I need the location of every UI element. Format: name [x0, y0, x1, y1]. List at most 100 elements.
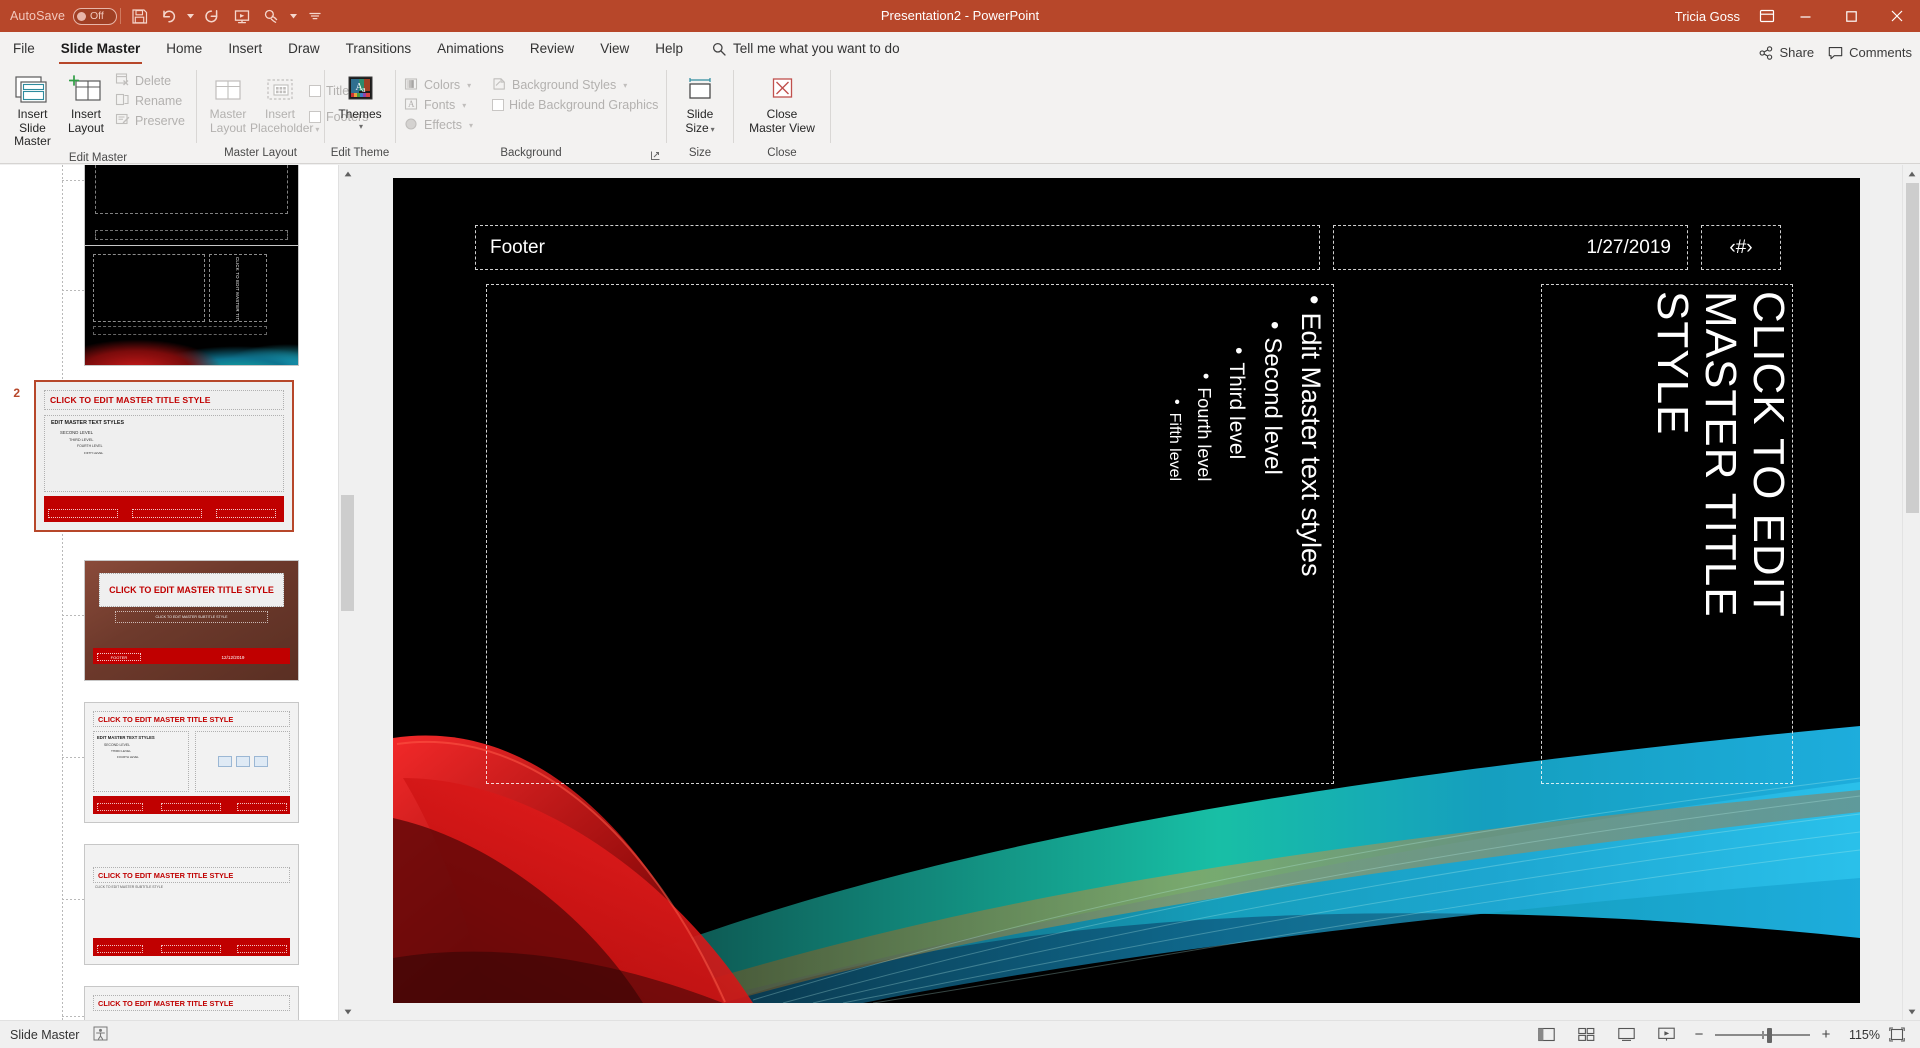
slide-size-button[interactable]: Slide Size ▾ [672, 68, 728, 138]
slide-number-placeholder[interactable]: ‹#› [1701, 225, 1781, 270]
thumbnail-layout-0[interactable] [84, 165, 299, 255]
canvas-scroll-up-arrow[interactable] [1903, 165, 1920, 182]
close-master-view-button[interactable]: Close Master View [739, 68, 825, 137]
undo-dropdown-icon[interactable] [184, 3, 197, 29]
tab-view[interactable]: View [587, 33, 642, 64]
thumbnail-row-3[interactable]: CLICK TO EDIT MASTER TITLE STYLE CLICK T… [0, 560, 299, 681]
zoom-percent-label[interactable]: 115% [1842, 1028, 1880, 1042]
slide-master-canvas[interactable]: Footer 1/27/2019 ‹#› CLICK TO EDIT MASTE… [393, 178, 1860, 1003]
undo-icon[interactable] [154, 3, 184, 29]
thumbnail-layout-1[interactable]: CLICK TO EDIT MASTER TITLE STYLE [84, 245, 299, 366]
themes-button[interactable]: A a Themes ▾ [331, 68, 389, 133]
footers-checkbox[interactable] [309, 111, 321, 123]
background-styles-caret[interactable]: ▾ [623, 81, 627, 90]
footer-placeholder[interactable]: Footer [475, 225, 1320, 270]
tab-insert[interactable]: Insert [215, 33, 275, 64]
title-line-2: MASTER TITLE [1696, 291, 1745, 618]
hide-background-graphics-checkbox[interactable] [492, 99, 504, 111]
slide-sorter-view-button[interactable] [1569, 1023, 1603, 1047]
tab-transitions[interactable]: Transitions [333, 33, 425, 64]
redo-icon[interactable] [197, 3, 227, 29]
date-placeholder[interactable]: 1/27/2019 [1333, 225, 1688, 270]
close-master-view-label: Close Master View [749, 107, 815, 135]
tab-review[interactable]: Review [517, 33, 587, 64]
tab-home[interactable]: Home [153, 33, 215, 64]
canvas-scrollbar[interactable] [1902, 165, 1920, 1020]
zoom-slider[interactable] [1715, 1024, 1810, 1046]
start-from-beginning-icon[interactable] [227, 3, 257, 29]
theme-effects-caret[interactable]: ▾ [469, 121, 473, 130]
insert-placeholder-button[interactable]: Insert Placeholder ▾ [250, 68, 319, 138]
zoom-slider-handle[interactable] [1767, 1027, 1772, 1043]
autosave-control[interactable]: AutoSave Off [10, 7, 118, 25]
reading-view-button[interactable] [1609, 1023, 1643, 1047]
thumbnail-row-5[interactable]: CLICK TO EDIT MASTER TITLE STYLE CLICK T… [0, 844, 299, 965]
tell-me-search[interactable]: Tell me what you want to do [696, 33, 910, 64]
touch-mode-icon[interactable] [257, 3, 287, 29]
background-dialog-launcher[interactable] [649, 149, 662, 162]
theme-colors-button[interactable]: Colors ▾ [401, 75, 479, 95]
normal-view-button[interactable] [1529, 1023, 1563, 1047]
thumbnail-row-2[interactable]: 2 CLICK TO EDIT MASTER TITLE STYLE EDIT … [0, 380, 294, 532]
hide-background-graphics-row[interactable]: Hide Background Graphics [489, 95, 664, 115]
tab-slide-master[interactable]: Slide Master [48, 33, 154, 64]
thumbnail-layout-3[interactable]: CLICK TO EDIT MASTER TITLE STYLE CLICK T… [84, 560, 299, 681]
thumbnail-layout-4[interactable]: CLICK TO EDIT MASTER TITLE STYLE EDIT MA… [84, 702, 299, 823]
thumbnail-layout-5[interactable]: CLICK TO EDIT MASTER TITLE STYLE CLICK T… [84, 844, 299, 965]
body-placeholder[interactable]: • Edit Master text styles • Second level… [486, 284, 1334, 784]
thumbnail-scrollbar[interactable] [338, 165, 355, 1020]
tab-animations[interactable]: Animations [424, 33, 517, 64]
thumbnail-scroll-up-arrow[interactable] [339, 165, 355, 182]
tab-insert-label: Insert [228, 41, 263, 56]
autosave-toggle[interactable]: Off [73, 7, 118, 25]
thumbnail-row-6[interactable]: CLICK TO EDIT MASTER TITLE STYLE [0, 986, 299, 1020]
insert-layout-icon [68, 71, 103, 105]
background-styles-button[interactable]: Background Styles ▾ [489, 75, 664, 95]
thumbnail-layout-6[interactable]: CLICK TO EDIT MASTER TITLE STYLE [84, 986, 299, 1020]
insert-slide-master-button[interactable]: Insert Slide Master [5, 68, 60, 151]
touch-mode-dropdown-icon[interactable] [287, 3, 300, 29]
title-checkbox[interactable] [309, 85, 321, 97]
fit-slide-to-window-button[interactable] [1886, 1024, 1908, 1046]
preserve-master-button[interactable]: Preserve [112, 111, 191, 131]
minimize-button[interactable] [1782, 0, 1828, 32]
theme-fonts-button[interactable]: A Fonts ▾ [401, 95, 479, 115]
save-icon[interactable] [124, 3, 154, 29]
tab-help[interactable]: Help [642, 33, 696, 64]
theme-colors-caret[interactable]: ▾ [467, 81, 471, 90]
theme-fonts-caret[interactable]: ▾ [462, 101, 466, 110]
thumbnail-row-4[interactable]: CLICK TO EDIT MASTER TITLE STYLE EDIT MA… [0, 702, 299, 823]
title-bar-right: Tricia Goss [1675, 0, 1920, 32]
slide-canvas-area[interactable]: Footer 1/27/2019 ‹#› CLICK TO EDIT MASTE… [360, 165, 1902, 1020]
canvas-scrollbar-thumb[interactable] [1905, 183, 1919, 513]
thumbnail-row-0[interactable] [0, 165, 299, 255]
canvas-scroll-down-arrow[interactable] [1903, 1003, 1920, 1020]
restore-button[interactable] [1828, 0, 1874, 32]
insert-layout-button[interactable]: Insert Layout [60, 68, 112, 137]
close-button[interactable] [1874, 0, 1920, 32]
zoom-in-button[interactable]: + [1816, 1024, 1836, 1046]
thumbnail-scroll-region: CLICK TO EDIT MASTER TITLE STYLE 2 CLICK… [0, 165, 337, 1020]
master-layout-button[interactable]: Master Layout [202, 68, 254, 137]
rename-master-button[interactable]: Rename [112, 91, 191, 111]
delete-master-button[interactable]: Delete [112, 71, 191, 91]
tab-draw[interactable]: Draw [275, 33, 333, 64]
thumbnail-scrollbar-thumb[interactable] [341, 495, 354, 611]
share-button[interactable]: Share [1759, 45, 1814, 60]
zoom-out-button[interactable]: − [1689, 1024, 1709, 1046]
thumbnail-row-1[interactable]: CLICK TO EDIT MASTER TITLE STYLE [0, 245, 299, 366]
slide-thumbnail-pane[interactable]: CLICK TO EDIT MASTER TITLE STYLE 2 CLICK… [0, 165, 355, 1020]
customize-quick-access-icon[interactable] [300, 3, 330, 29]
comments-button[interactable]: Comments [1828, 45, 1912, 60]
themes-dropdown-caret[interactable]: ▾ [359, 122, 363, 131]
theme-effects-button[interactable]: Effects ▾ [401, 115, 479, 135]
tab-file[interactable]: File [0, 33, 48, 64]
accessibility-checker-icon[interactable] [93, 1026, 108, 1044]
ribbon-display-options-icon[interactable] [1752, 0, 1782, 32]
thumbnail-scroll-down-arrow[interactable] [339, 1003, 355, 1020]
user-account-name[interactable]: Tricia Goss [1675, 9, 1740, 24]
slide-show-button[interactable] [1649, 1023, 1683, 1047]
thumbnail-master-selected[interactable]: CLICK TO EDIT MASTER TITLE STYLE EDIT MA… [34, 380, 294, 532]
themes-icon: A a [343, 71, 377, 105]
title-placeholder[interactable]: CLICK TO EDIT MASTER TITLE STYLE [1541, 284, 1793, 784]
